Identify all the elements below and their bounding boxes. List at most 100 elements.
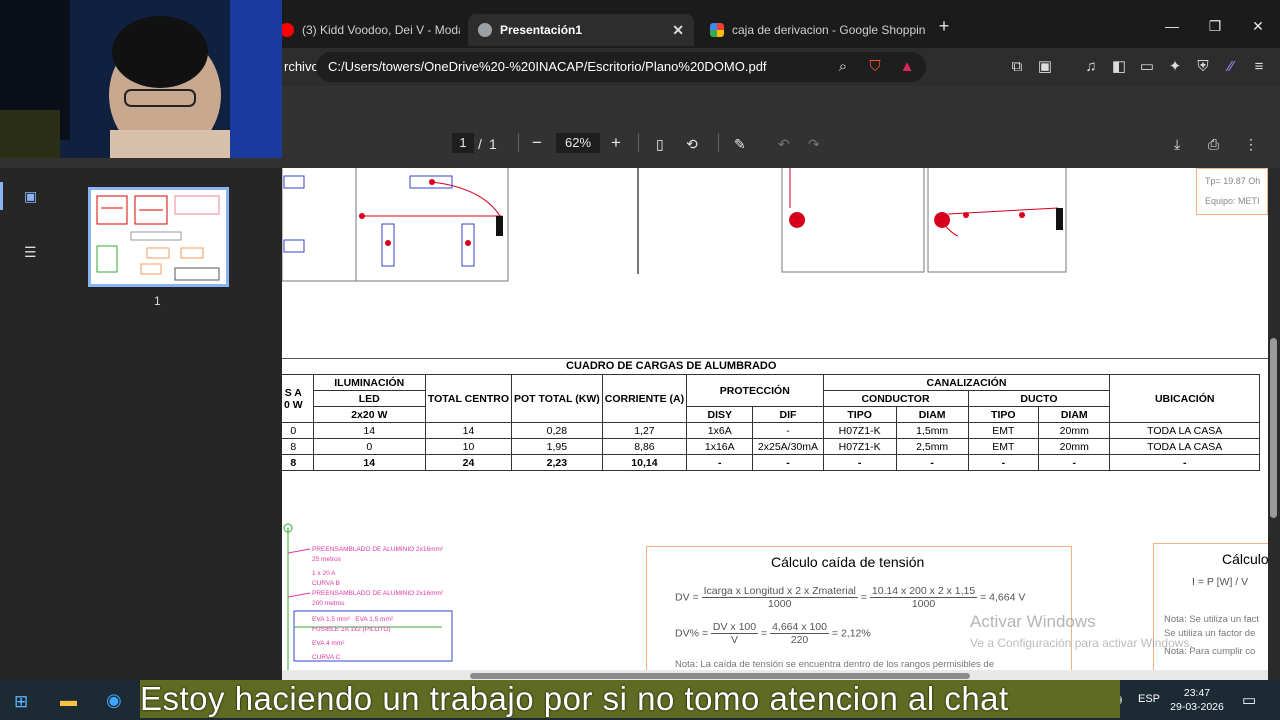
media-icon[interactable]: ♫ — [1082, 58, 1100, 76]
rotate-icon[interactable]: ⟲ — [686, 136, 698, 153]
table-cell: 20mm — [1038, 438, 1111, 455]
fit-page-icon[interactable]: ▯ — [656, 136, 664, 153]
zoom-level-input[interactable]: 62% — [556, 133, 600, 153]
table-cell: - — [822, 454, 897, 471]
file-explorer-icon[interactable]: ▬ — [60, 691, 77, 711]
thumbnails-icon[interactable]: ▣ — [24, 188, 37, 205]
header-conductor: CONDUCTOR — [822, 390, 969, 407]
table-cell: 24 — [424, 454, 513, 471]
table-cell: - — [1038, 454, 1111, 471]
download-icon[interactable]: ⤓ — [1174, 136, 1180, 153]
header-proteccion: PROTECCIÓN — [686, 374, 824, 407]
notifications-icon[interactable]: ▭ — [1242, 691, 1256, 709]
header-led: LED — [312, 390, 426, 407]
page-thumbnail[interactable] — [88, 187, 229, 287]
edge-icon[interactable]: ◉ — [106, 690, 122, 711]
calc-note: Nota: La caída de tensión se encuentra d… — [675, 659, 994, 670]
taskbar-clock[interactable]: 23:47 29-03-2026 — [1168, 686, 1226, 714]
windows-start-icon[interactable]: ⊞ — [14, 692, 28, 712]
globe-icon — [478, 23, 492, 37]
table-cell: - — [967, 454, 1040, 471]
table-cell: 1,5mm — [895, 422, 969, 439]
clock-time: 23:47 — [1183, 687, 1211, 699]
page-number-input[interactable]: 1 — [452, 133, 474, 153]
active-indicator — [0, 182, 3, 210]
menu-icon[interactable]: ≡ — [1250, 58, 1268, 76]
header-ubicacion: UBICACIÓN — [1109, 374, 1260, 423]
brave-rewards-icon[interactable]: ▲ — [898, 58, 916, 76]
screenshot-icon[interactable]: ▣ — [1036, 58, 1054, 76]
close-tab-icon[interactable]: ✕ — [672, 22, 684, 39]
table-cell: 14 — [312, 422, 426, 439]
brave-shield-icon[interactable]: ⛉ — [866, 58, 884, 76]
sidebar-icon[interactable]: ◧ — [1110, 58, 1128, 76]
table-title: CUADRO DE CARGAS DE ALUMBRADO — [566, 360, 777, 372]
table-cell: EMT — [967, 438, 1040, 455]
youtube-icon — [280, 23, 294, 37]
google-shopping-icon — [710, 23, 724, 37]
more-options-icon[interactable]: ⋮ — [1244, 136, 1258, 153]
brave-news-icon[interactable]: ⁄⁄ — [1222, 58, 1240, 76]
header-ducto-tipo: TIPO — [967, 406, 1040, 423]
table-cell: 0 — [282, 422, 314, 439]
vertical-scroll-thumb[interactable] — [1270, 338, 1277, 518]
extensions-icon[interactable]: ⧉ — [1008, 58, 1026, 76]
stream-subtitle-overlay: Estoy haciendo un trabajo por si no tomo… — [140, 680, 1120, 718]
table-cell: - — [895, 454, 969, 471]
clock-date: 29-03-2026 — [1170, 701, 1224, 713]
side-note-line2: Equipo: METI — [1205, 196, 1260, 206]
new-tab-button[interactable]: + — [934, 16, 954, 37]
current-formula: I = P [W] / V — [1192, 576, 1249, 588]
table-cell: 20mm — [1038, 422, 1111, 439]
header-iluminacion: ILUMINACIÓN — [312, 374, 426, 391]
header-diam: DIAM — [895, 406, 969, 423]
table-cell: 10 — [424, 438, 513, 455]
activate-windows-title: Activar Windows — [970, 612, 1096, 631]
table-cell: 8,86 — [601, 438, 688, 455]
header-tipo: TIPO — [822, 406, 897, 423]
thumbnail-preview — [96, 195, 220, 281]
zoom-search-icon[interactable]: ⌕ — [834, 58, 852, 76]
zoom-out-button[interactable]: − — [532, 133, 542, 153]
table-cell: - — [752, 454, 824, 471]
print-icon[interactable]: ⎙ — [1208, 136, 1219, 153]
table-cell: 2,5mm — [895, 438, 969, 455]
undo-icon[interactable]: ↶ — [778, 136, 790, 153]
header-total-centro: TOTAL CENTRO — [424, 374, 513, 423]
redo-icon[interactable]: ↷ — [808, 136, 820, 153]
table-row: 0 14 14 0,28 1,27 1x6A - H07Z1-K 1,5mm EMT 20mm TOD… — [282, 422, 1260, 439]
tab-google-shopping[interactable]: caja de derivacion - Google Shopping — [700, 14, 926, 46]
minimize-button[interactable]: — — [1162, 18, 1182, 34]
restore-button[interactable]: ❐ — [1205, 18, 1225, 35]
dv-formula: DV = Icarga x Longitud x 2 x Zmaterial 10… — [675, 585, 1026, 610]
header-canalizacion: CANALIZACIÓN — [822, 374, 1111, 391]
annotate-icon[interactable]: ✎ — [734, 136, 746, 153]
horizontal-scroll-thumb[interactable] — [470, 673, 970, 679]
outline-icon[interactable]: ☰ — [24, 244, 37, 261]
floor-plan-drawing — [282, 168, 1067, 282]
toolbar-divider — [718, 134, 719, 152]
table-cell: - — [1109, 454, 1260, 471]
toolbar-divider — [638, 134, 639, 152]
zoom-in-button[interactable]: + — [611, 133, 621, 153]
table-cell: 2,23 — [511, 454, 603, 471]
table-row-total: 8 14 24 2,23 10,14- - - - - - - — [282, 454, 1260, 471]
table-cell: TODA LA CASA — [1109, 422, 1260, 439]
toolbar-divider — [518, 134, 519, 152]
wallet-icon[interactable]: ▭ — [1138, 58, 1156, 76]
tab-presentacion[interactable]: Presentación1 ✕ — [468, 14, 694, 46]
side-note-box: Tp= 19.87 Oh Equipo: METI — [1196, 168, 1268, 215]
tab-youtube[interactable]: (3) Kidd Voodoo, Dei V - Modales — [270, 14, 460, 46]
vpn-shield-icon[interactable]: ⛨ — [1194, 58, 1212, 76]
leo-ai-icon[interactable]: ✦ — [1166, 58, 1184, 76]
table-cell: 14 — [312, 454, 426, 471]
thumbnail-page-label: 1 — [154, 294, 161, 308]
close-window-button[interactable]: ✕ — [1248, 18, 1268, 35]
pdf-page: Tp= 19.87 Oh Equipo: METI CUADRO DE CARG… — [282, 168, 1268, 680]
table-cell: - — [752, 422, 824, 439]
language-indicator[interactable]: ESP — [1138, 693, 1160, 705]
header-circuit: S A — [284, 386, 302, 399]
calc-title: Cálculo caída de tensión — [771, 554, 925, 570]
table-top-border — [282, 358, 1268, 359]
table-cell: 2x25A/30mA — [752, 438, 824, 455]
